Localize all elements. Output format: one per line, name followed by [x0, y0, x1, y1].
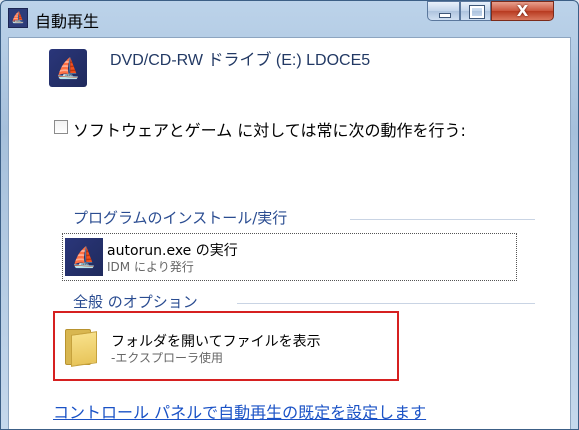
- autorun-title: autorun.exe の実行: [107, 243, 238, 259]
- close-icon: X: [516, 2, 529, 20]
- autoplay-window: ⛵ 自動再生 X ⛵ DVD/CD-RW ドライブ (E:) LDOCE5 ソフ…: [0, 0, 579, 430]
- minimize-button[interactable]: [427, 1, 460, 21]
- folder-icon: [65, 323, 97, 367]
- autorun-subtitle: IDM により発行: [107, 260, 194, 274]
- autoplay-defaults-link[interactable]: コントロール パネルで自動再生の既定を設定します: [53, 399, 426, 423]
- autorun-option[interactable]: ⛵ autorun.exe の実行 IDM により発行: [62, 233, 517, 281]
- group-header-general: 全般 のオプション: [73, 293, 198, 311]
- ship-icon: ⛵: [71, 245, 97, 269]
- maximize-icon: [470, 6, 484, 18]
- drive-icon: ⛵: [49, 49, 87, 87]
- title-bar[interactable]: ⛵ 自動再生 X: [1, 1, 578, 37]
- open-folder-option[interactable]: フォルダを開いてファイルを表示 -エクスプローラ使用: [53, 311, 399, 381]
- window-title: 自動再生: [35, 12, 100, 31]
- ship-icon: ⛵: [55, 56, 81, 80]
- always-do-this-label[interactable]: ソフトウェアとゲーム に対しては常に次の動作を行う:: [73, 117, 466, 141]
- group-divider: [237, 303, 535, 304]
- group-divider: [350, 219, 535, 220]
- open-folder-subtitle: -エクスプローラ使用: [111, 351, 223, 365]
- always-do-this-checkbox[interactable]: [54, 120, 68, 134]
- minimize-icon: [439, 13, 451, 18]
- close-button[interactable]: X: [491, 1, 554, 21]
- app-icon: ⛵: [8, 8, 28, 28]
- maximize-button[interactable]: [460, 1, 491, 21]
- caption-buttons: X: [427, 1, 570, 22]
- drive-title: DVD/CD-RW ドライブ (E:) LDOCE5: [110, 52, 371, 69]
- group-header-install: プログラムのインストール/実行: [73, 209, 288, 227]
- open-folder-title: フォルダを開いてファイルを表示: [111, 334, 321, 350]
- autorun-icon: ⛵: [65, 238, 103, 276]
